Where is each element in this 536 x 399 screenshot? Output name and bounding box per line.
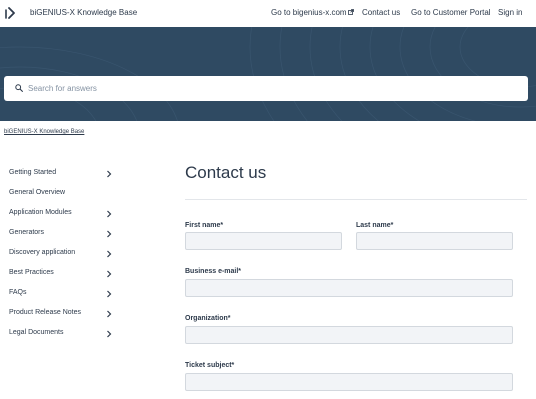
- chevron-right-icon[interactable]: [106, 290, 112, 298]
- last-name-field[interactable]: [356, 232, 513, 250]
- sign-in-link[interactable]: Sign in: [498, 8, 522, 17]
- chevron-right-icon[interactable]: [106, 270, 112, 278]
- sidebar-item-generators[interactable]: Generators: [9, 227, 119, 241]
- organization-field[interactable]: [185, 326, 513, 344]
- sidebar-item-legal-documents[interactable]: Legal Documents: [9, 327, 119, 341]
- first-name-field[interactable]: [185, 232, 342, 250]
- hero-banner: [0, 27, 536, 121]
- nav-link-bigenius-label: Go to bigenius-x.com: [271, 8, 347, 17]
- sidebar-item-label: Product Release Notes: [9, 309, 81, 316]
- breadcrumb-home-link[interactable]: biGENIUS-X Knowledge Base: [4, 129, 84, 135]
- external-link-icon: [347, 9, 354, 15]
- nav-link-contact-us[interactable]: Contact us: [362, 8, 400, 17]
- search-bar[interactable]: [4, 76, 528, 101]
- page-title: Contact us: [185, 163, 267, 182]
- business-email-label: Business e-mail*: [185, 268, 242, 275]
- chevron-right-icon[interactable]: [106, 230, 112, 238]
- sidebar-item-label: Application Modules: [9, 209, 72, 216]
- sidebar-item-label: FAQs: [9, 289, 27, 296]
- site-title[interactable]: biGENIUS-X Knowledge Base: [30, 8, 137, 17]
- ticket-subject-field[interactable]: [185, 373, 513, 391]
- sidebar-item-application-modules[interactable]: Application Modules: [9, 207, 119, 221]
- first-name-label: First name*: [185, 222, 224, 229]
- sidebar-item-label: Legal Documents: [9, 329, 64, 336]
- chevron-right-icon[interactable]: [106, 170, 112, 178]
- nav-link-customer-portal[interactable]: Go to Customer Portal: [411, 8, 491, 17]
- sidebar-item-label: Generators: [9, 229, 45, 236]
- search-icon: [15, 84, 23, 92]
- logo-icon[interactable]: [5, 7, 17, 20]
- last-name-label: Last name*: [356, 222, 394, 229]
- divider: [185, 199, 527, 200]
- sidebar-item-getting-started[interactable]: Getting Started: [9, 167, 119, 181]
- ticket-subject-label: Ticket subject*: [185, 362, 235, 369]
- sidebar-item-general-overview[interactable]: General Overview: [9, 187, 119, 201]
- sidebar-item-label: Best Practices: [9, 269, 54, 276]
- sidebar-item-faqs[interactable]: FAQs: [9, 287, 119, 301]
- nav-link-bigenius[interactable]: Go to bigenius-x.com: [271, 8, 354, 17]
- chevron-right-icon[interactable]: [106, 210, 112, 218]
- sidebar-item-best-practices[interactable]: Best Practices: [9, 267, 119, 281]
- chevron-right-icon[interactable]: [106, 310, 112, 318]
- top-navigation-bar: biGENIUS-X Knowledge Base Go to bigenius…: [0, 0, 536, 27]
- sidebar-item-label: Getting Started: [9, 169, 57, 176]
- sidebar-item-label: Discovery application: [9, 249, 76, 256]
- sidebar-item-label: General Overview: [9, 189, 66, 196]
- chevron-right-icon[interactable]: [106, 330, 112, 338]
- sidebar-item-discovery-application[interactable]: Discovery application: [9, 247, 119, 261]
- hero-wave-pattern: [0, 27, 536, 121]
- business-email-field[interactable]: [185, 279, 513, 297]
- chevron-right-icon[interactable]: [106, 250, 112, 258]
- search-input[interactable]: [28, 76, 518, 101]
- sidebar-item-product-release-notes[interactable]: Product Release Notes: [9, 307, 119, 321]
- organization-label: Organization*: [185, 315, 231, 322]
